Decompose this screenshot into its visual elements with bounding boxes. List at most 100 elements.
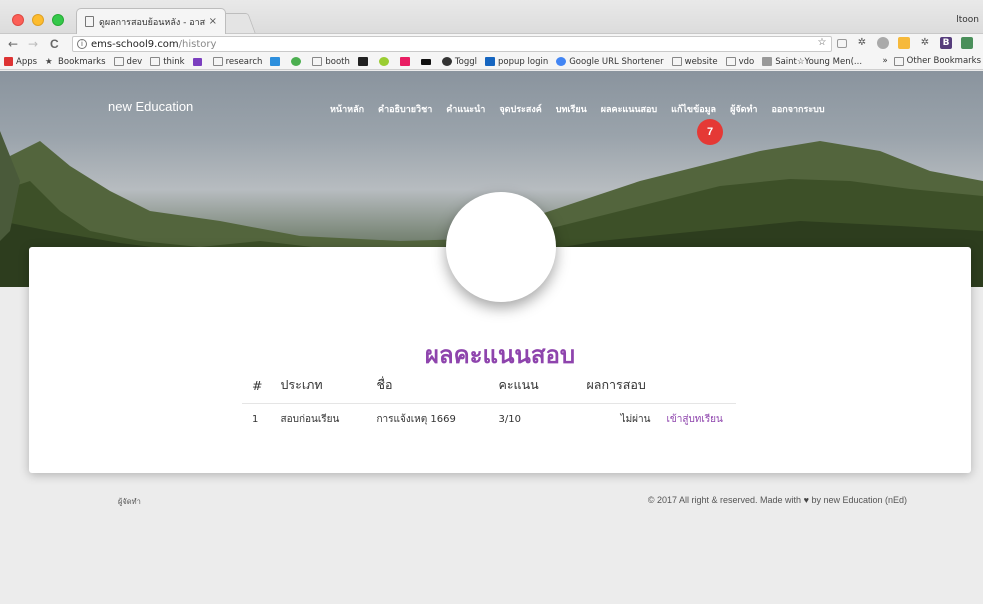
bookmark-label: research [225,56,263,67]
enter-lesson-link[interactable]: เข้าสู่บทเรียน [666,414,722,425]
table-row: 1 สอบก่อนเรียน การแจ้งเหตุ 1669 3/10 ไม่… [242,404,736,436]
footer-copyright: © 2017 All right & reserved. Made with ♥… [648,495,907,505]
bookmark-item[interactable]: website [671,56,718,67]
bookmark-item[interactable] [270,57,283,66]
star-icon: ★ [45,57,53,67]
folder-icon [671,57,682,66]
nav-item[interactable]: แก้ไขข้อมูล [671,102,716,116]
bookmark-item[interactable]: dev [113,56,143,67]
tab-title: ดูผลการสอบย้อนหลัง - อาสาจุกเบิ้ม [99,17,206,28]
nav-item[interactable]: บทเรียน [556,102,587,116]
bookmark-label: Toggl [454,56,478,67]
h-icon [485,57,496,66]
folder-icon [212,57,223,66]
camera-icon[interactable] [837,38,847,48]
bookmark-label: website [684,56,718,67]
cell-score: 3/10 [498,414,521,425]
cell-result: ไม่ผ่าน [620,414,651,425]
minimize-window-button[interactable] [32,14,44,26]
url-input[interactable]: i ems-school9.com /history [72,36,832,52]
bookmark-label: Bookmarks [58,56,106,67]
header-result: ผลการสอบ [572,367,657,404]
bookmark-item[interactable]: think [150,57,185,67]
header-action [656,367,737,404]
other-bookmarks-label: Other Bookmarks [906,56,981,66]
copyright-text: © 2017 All right & reserved. Made with [647,495,802,505]
bookmark-label: Google URL Shortener [569,56,664,67]
bookmark-label: vdo [738,56,755,67]
reload-button[interactable]: C [50,37,59,51]
info-icon[interactable]: i [77,39,87,49]
header-type: ประเภท [270,367,367,404]
folder-icon [312,57,323,66]
k-icon [399,57,410,66]
bookmark-label: booth [325,56,350,67]
forward-button[interactable]: → [28,37,38,51]
browser-titlebar: ดูผลการสอบย้อนหลัง - อาสาจุกเบิ้ม × ltoo… [0,0,983,34]
header-score: คะแนน [488,367,573,404]
bookmark-item[interactable] [378,57,392,66]
results-table: # ประเภท ชื่อ คะแนน ผลการสอบ 1 สอบก่อนเร… [242,367,737,436]
web-page: new Education หน้าหลัก คำอธิบายวิชา คำแนะน… [0,71,983,604]
bookmark-item[interactable] [291,57,304,66]
image-extension-icon[interactable] [961,37,973,49]
nav-item[interactable]: ผลคะแนนสอบ [601,102,657,116]
folder-icon [725,57,736,66]
avatar [446,192,556,302]
heart-icon: ♥ [803,495,809,505]
bookmark-item[interactable]: Saint☆Young Men(... [762,57,862,67]
trello-icon [270,57,281,66]
bookmark-item[interactable]: booth [312,57,350,67]
bookmark-item[interactable] [357,57,371,66]
url-path: /history [178,38,217,50]
bookmark-star-icon[interactable]: ☆ [816,37,828,49]
bookmark-item[interactable]: ★ Bookmarks [45,56,106,68]
bootstrap-icon[interactable]: B [940,37,952,49]
folder-icon [150,57,161,66]
color-extension-icon[interactable] [898,37,910,49]
maximize-window-button[interactable] [52,14,64,26]
cell-type: สอบก่อนเรียน [280,414,340,425]
bookmark-item[interactable]: popup login [485,57,548,67]
nav-item[interactable]: จุดประสงค์ [499,102,541,116]
bookmark-item[interactable]: Apps [4,57,37,67]
bookmarks-bar: Apps ★ Bookmarks dev think research booth Toggl… [0,54,983,70]
bookmark-item[interactable]: vdo [725,56,755,67]
close-window-button[interactable] [12,14,24,26]
bookmark-item[interactable] [399,57,413,66]
bookmark-label: dev [126,56,143,67]
page-icon [85,16,94,27]
browser-tab[interactable]: ดูผลการสอบย้อนหลัง - อาสาจุกเบิ้ม × [76,8,226,34]
notification-badge: 7 [697,119,723,145]
bookmark-item[interactable]: research [212,56,263,67]
bookmark-item[interactable] [192,57,205,66]
a-icon [357,57,368,66]
gear-icon[interactable]: ✲ [856,37,868,49]
folder-icon [113,57,124,66]
bookmark-item[interactable] [420,58,434,65]
bookmark-item[interactable]: Toggl [441,56,478,67]
nav-item[interactable]: ผู้จัดทำ [730,102,757,116]
header-name: ชื่อ [366,367,489,404]
tab-close-icon[interactable]: × [209,16,217,27]
m-icon [378,57,389,66]
toggl-icon [441,57,452,66]
other-bookmarks[interactable]: » Other Bookmarks [882,56,981,66]
leaf-icon [291,57,302,66]
header-num: # [242,367,271,404]
nav-item[interactable]: ออกจากระบบ [771,102,824,116]
overflow-chevron-icon[interactable]: » [882,56,887,66]
circle-extension-icon[interactable] [877,37,889,49]
footer-credits-link[interactable]: ผู้จัดทำ [118,496,141,508]
bookmark-label: Apps [16,56,38,67]
nav-item[interactable]: คำอธิบายวิชา [378,102,432,116]
back-button[interactable]: ← [8,37,18,51]
manga-icon [762,57,773,66]
gear-extension-icon[interactable]: ✲ [919,37,931,49]
nav-item[interactable]: คำแนะนำ [446,102,485,116]
bookmark-item[interactable]: Google URL Shortener [556,56,664,67]
site-brand[interactable]: new Education [108,99,193,114]
profile-name[interactable]: ltoon [956,15,979,25]
bookmark-label: popup login [498,56,549,67]
nav-item[interactable]: หน้าหลัก [330,102,364,116]
